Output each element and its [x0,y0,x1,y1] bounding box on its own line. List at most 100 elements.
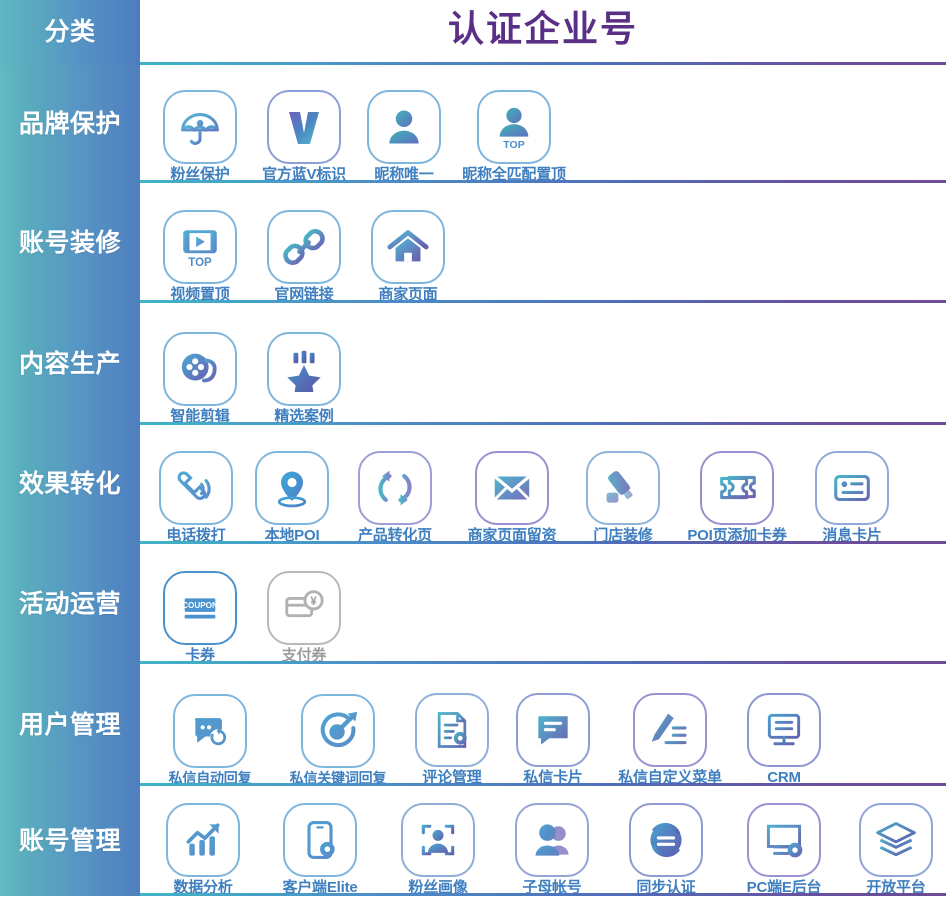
svg-text:TOP: TOP [188,257,212,269]
feature-item[interactable]: 商家页面 [356,210,460,303]
feature-item[interactable]: 电话拨打 [148,451,244,544]
row-content-account-management: 数据分析 客户端Elite 粉丝画像 子母帐号 同步认证 PC端E后台 开放平台 [140,786,946,896]
feature-label: 评论管理 [422,769,482,787]
feature-item[interactable]: 数据分析 [148,803,258,896]
feature-item[interactable]: 智能剪辑 [148,332,252,425]
row-account-management: 账号管理 数据分析 客户端Elite 粉丝画像 子母帐号 同步认证 PC端E后台… [0,786,946,901]
row-effect-conversion: 效果转化 电话拨打 本地POI 产品转化页 商家页面留资 门店装修 POI页添加… [0,425,946,549]
row-content-account-decoration: TOP 视频置顶 官网链接 商家页面 [140,183,946,303]
map-pin-icon [255,451,329,526]
category-cell-campaign-operation: 活动运营 [0,544,140,669]
feature-label: 官网链接 [274,286,334,304]
feature-item[interactable]: 私信自动回复 [148,694,272,786]
feature-item[interactable]: TOP 视频置顶 [148,210,252,303]
coupon-icon: COUPON [163,571,237,646]
svg-text:¥: ¥ [310,596,317,608]
feature-label: 私信自动回复 [168,770,252,787]
document-gear-icon [415,693,489,768]
feature-label: 商家页面 [378,286,438,304]
feature-label: 开放平台 [866,879,926,897]
feature-item[interactable]: 门店装修 [574,451,672,544]
feature-item[interactable]: 官方蓝V标识 [252,90,356,183]
desktop-gear-icon [747,803,821,878]
phone-gear-icon [283,803,357,878]
category-cell-brand-protection: 品牌保护 [0,65,140,188]
link-chain-icon [267,210,341,285]
target-arrow-icon [301,694,375,769]
row-brand-protection: 品牌保护 粉丝保护 官方蓝V标识 昵称唯一 TOP 昵称全匹配置顶 [0,65,946,188]
refresh-cycle-icon [358,451,432,526]
feature-label: 精选案例 [274,408,334,426]
feature-item[interactable]: 评论管理 [404,693,500,786]
feature-label: 私信关键词回复 [289,770,387,787]
category-label: 活动运营 [18,589,121,618]
row-content-content-production: 智能剪辑 精选案例 [140,303,946,425]
feature-item[interactable]: 产品转化页 [340,451,450,544]
blue-v-badge-icon [267,90,341,165]
two-persons-icon [515,803,589,878]
feature-item[interactable]: 商家页面留资 [450,451,574,544]
feature-label: 私信卡片 [523,769,583,787]
feature-item[interactable]: ¥ 支付券 [252,571,356,664]
message-card-icon [815,451,889,526]
ticket-icon [700,451,774,526]
feature-item[interactable]: 消息卡片 [802,451,902,544]
feature-label: 视频置顶 [170,286,230,304]
feature-item[interactable]: 私信关键词回复 [272,694,404,786]
feature-label: 产品转化页 [357,527,432,545]
feature-item[interactable]: PC端E后台 [722,803,846,896]
feature-item[interactable]: 昵称唯一 [356,90,452,183]
feature-item[interactable]: 客户端Elite [258,803,382,896]
page-title: 认证企业号 [447,8,638,49]
sync-circle-icon [629,803,703,878]
feature-item[interactable]: COUPON 卡券 [148,571,252,664]
feature-item[interactable]: 粉丝画像 [382,803,494,896]
feature-label: 智能剪辑 [170,408,230,426]
row-content-user-management: 私信自动回复 私信关键词回复 评论管理 私信卡片 私信自定义菜单 CRM [140,664,946,786]
row-content-brand-protection: 粉丝保护 官方蓝V标识 昵称唯一 TOP 昵称全匹配置顶 [140,65,946,183]
category-label: 用户管理 [18,710,121,739]
feature-item[interactable]: 本地POI [244,451,340,544]
category-label: 账号管理 [18,826,121,855]
row-content-effect-conversion: 电话拨打 本地POI 产品转化页 商家页面留资 门店装修 POI页添加卡券 消息… [140,425,946,544]
film-reel-icon [163,332,237,407]
category-label: 效果转化 [18,470,121,498]
feature-item[interactable]: 官网链接 [252,210,356,303]
feature-item[interactable]: 子母帐号 [494,803,610,896]
category-cell-effect-conversion: 效果转化 [0,425,140,549]
pen-list-icon [633,693,707,768]
category-label: 账号装修 [18,228,121,257]
feature-item[interactable]: 开放平台 [846,803,946,896]
feature-item[interactable]: CRM [734,693,834,786]
layers-icon [859,803,933,878]
row-content-campaign-operation: COUPON 卡券 ¥ 支付券 [140,544,946,664]
feature-item[interactable]: 粉丝保护 [148,90,252,183]
row-user-management: 用户管理 私信自动回复 私信关键词回复 评论管理 私信卡片 私信自定义菜单 CR… [0,664,946,791]
feature-item[interactable]: TOP 昵称全匹配置顶 [452,90,576,183]
svg-text:COUPON: COUPON [182,601,218,610]
feature-label: 门店装修 [593,527,653,545]
person-top-icon: TOP [477,90,551,165]
feature-label: 本地POI [264,527,320,545]
category-header-label: 分类 [44,18,96,46]
feature-item[interactable]: 私信自定义菜单 [606,693,734,786]
star-badge-icon [267,332,341,407]
chat-auto-reply-icon [173,694,247,769]
feature-label: 商家页面留资 [467,527,557,545]
feature-item[interactable]: POI页添加卡券 [672,451,802,544]
feature-label: 同步认证 [636,879,696,897]
feature-item[interactable]: 私信卡片 [500,693,606,786]
phone-call-icon [159,451,233,526]
row-account-decoration: 账号装修 TOP 视频置顶 官网链接 商家页面 [0,183,946,308]
home-icon [371,210,445,285]
category-cell-content-production: 内容生产 [0,303,140,430]
header-row: 分类 认证企业号 [0,0,946,70]
category-label: 内容生产 [18,349,121,378]
chat-card-icon [516,693,590,768]
category-label: 品牌保护 [18,109,121,138]
category-cell-account-management: 账号管理 [0,786,140,901]
feature-item[interactable]: 同步认证 [610,803,722,896]
category-header-cell: 分类 [0,0,140,70]
feature-item[interactable]: 精选案例 [252,332,356,425]
category-cell-account-decoration: 账号装修 [0,183,140,308]
